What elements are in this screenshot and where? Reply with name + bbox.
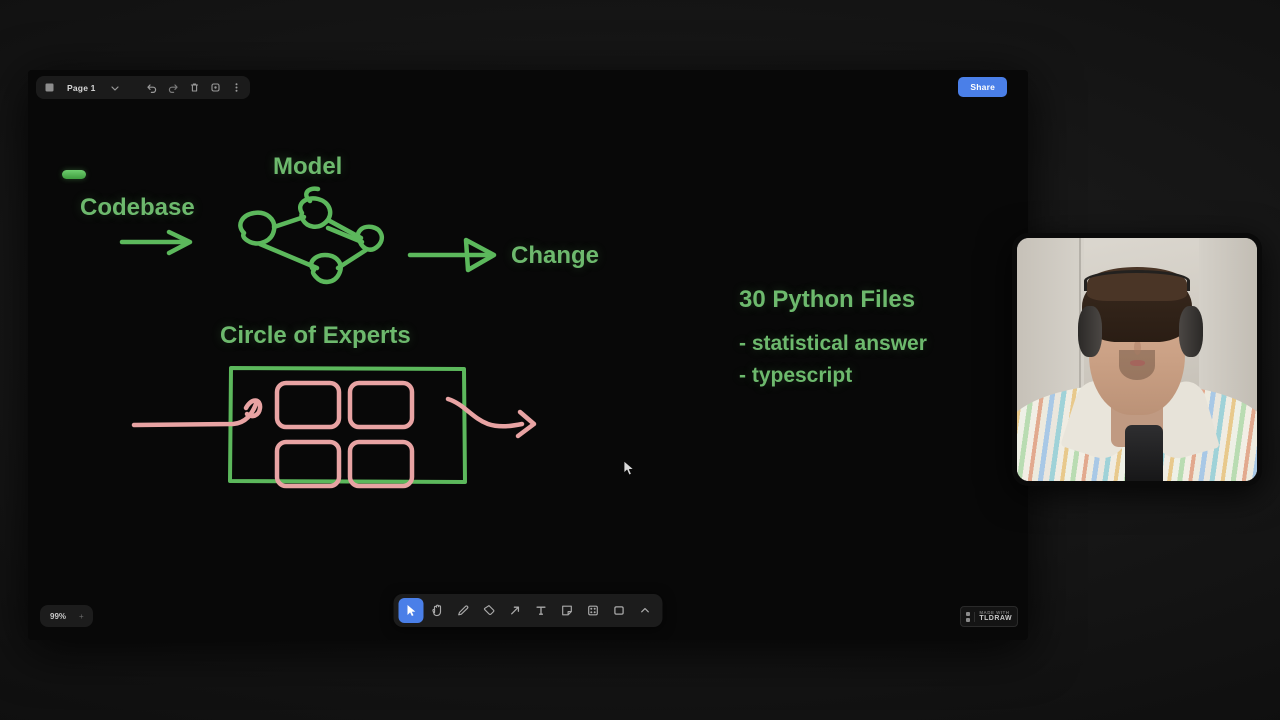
- zoom-level-label[interactable]: 99%: [44, 612, 72, 621]
- label-python-files: 30 Python Files: [739, 286, 916, 313]
- eraser-tool[interactable]: [477, 598, 502, 623]
- undo-icon[interactable]: [143, 78, 162, 97]
- redo-icon[interactable]: [164, 78, 183, 97]
- rectangle-tool[interactable]: [607, 598, 632, 623]
- canvas-drawing-layer: Model Codebase Change Circle of Experts …: [28, 70, 1028, 640]
- label-circle-of-experts: Circle of Experts: [220, 322, 411, 349]
- headphone-band-icon: [1084, 269, 1190, 292]
- hamburger-menu-icon[interactable]: [40, 78, 59, 97]
- presenter-webcam-overlay[interactable]: [1012, 233, 1262, 486]
- grid-assets-tool[interactable]: [581, 598, 606, 623]
- experts-to-output-arrow: [445, 396, 537, 439]
- chevron-down-icon[interactable]: [106, 78, 125, 97]
- tools-toolbar: [393, 594, 663, 627]
- webcam-video-frame: [1017, 238, 1257, 481]
- trash-icon[interactable]: [185, 78, 204, 97]
- select-tool[interactable]: [398, 598, 424, 623]
- codebase-to-model-arrow: [119, 229, 193, 256]
- model-to-change-arrow: [407, 237, 497, 273]
- microphone: [1125, 425, 1164, 481]
- more-tools-chevron-up-icon[interactable]: [633, 598, 658, 623]
- screen-root: Model Codebase Change Circle of Experts …: [0, 0, 1280, 720]
- label-typescript: - typescript: [739, 364, 853, 387]
- share-button[interactable]: Share: [958, 77, 1007, 97]
- top-menu-panel: Page 1: [36, 76, 250, 99]
- sticky-note-tool[interactable]: [555, 598, 580, 623]
- page-name-label[interactable]: Page 1: [61, 83, 104, 93]
- tldraw-app-window: Model Codebase Change Circle of Experts …: [28, 70, 1028, 640]
- label-change: Change: [511, 242, 600, 269]
- model-network-graph: [238, 186, 385, 285]
- experts-container-box: [228, 366, 467, 484]
- draw-tool[interactable]: [451, 598, 476, 623]
- duplicate-icon[interactable]: [206, 78, 225, 97]
- input-to-experts-arrow: [131, 398, 263, 428]
- headphone-earcup-right: [1179, 306, 1203, 358]
- zoom-controls: 99% +: [40, 605, 93, 627]
- arrow-tool[interactable]: [503, 598, 528, 623]
- hand-tool[interactable]: [425, 598, 450, 623]
- mouse-cursor-icon: [623, 460, 636, 482]
- expert-box-group: [274, 380, 415, 489]
- zoom-in-button[interactable]: +: [74, 612, 89, 621]
- label-statistical-answer: - statistical answer: [739, 332, 927, 355]
- tldraw-watermark[interactable]: MADE WITH TLDRAW: [960, 606, 1018, 627]
- text-tool[interactable]: [529, 598, 554, 623]
- watermark-brand: TLDRAW: [979, 615, 1012, 623]
- tldraw-logo-icon: [966, 611, 976, 622]
- label-model: Model: [273, 153, 343, 180]
- collaborator-presence-badge: [62, 170, 86, 179]
- headphone-earcup-left: [1078, 306, 1103, 358]
- more-vertical-icon[interactable]: [227, 78, 246, 97]
- label-codebase: Codebase: [80, 194, 195, 221]
